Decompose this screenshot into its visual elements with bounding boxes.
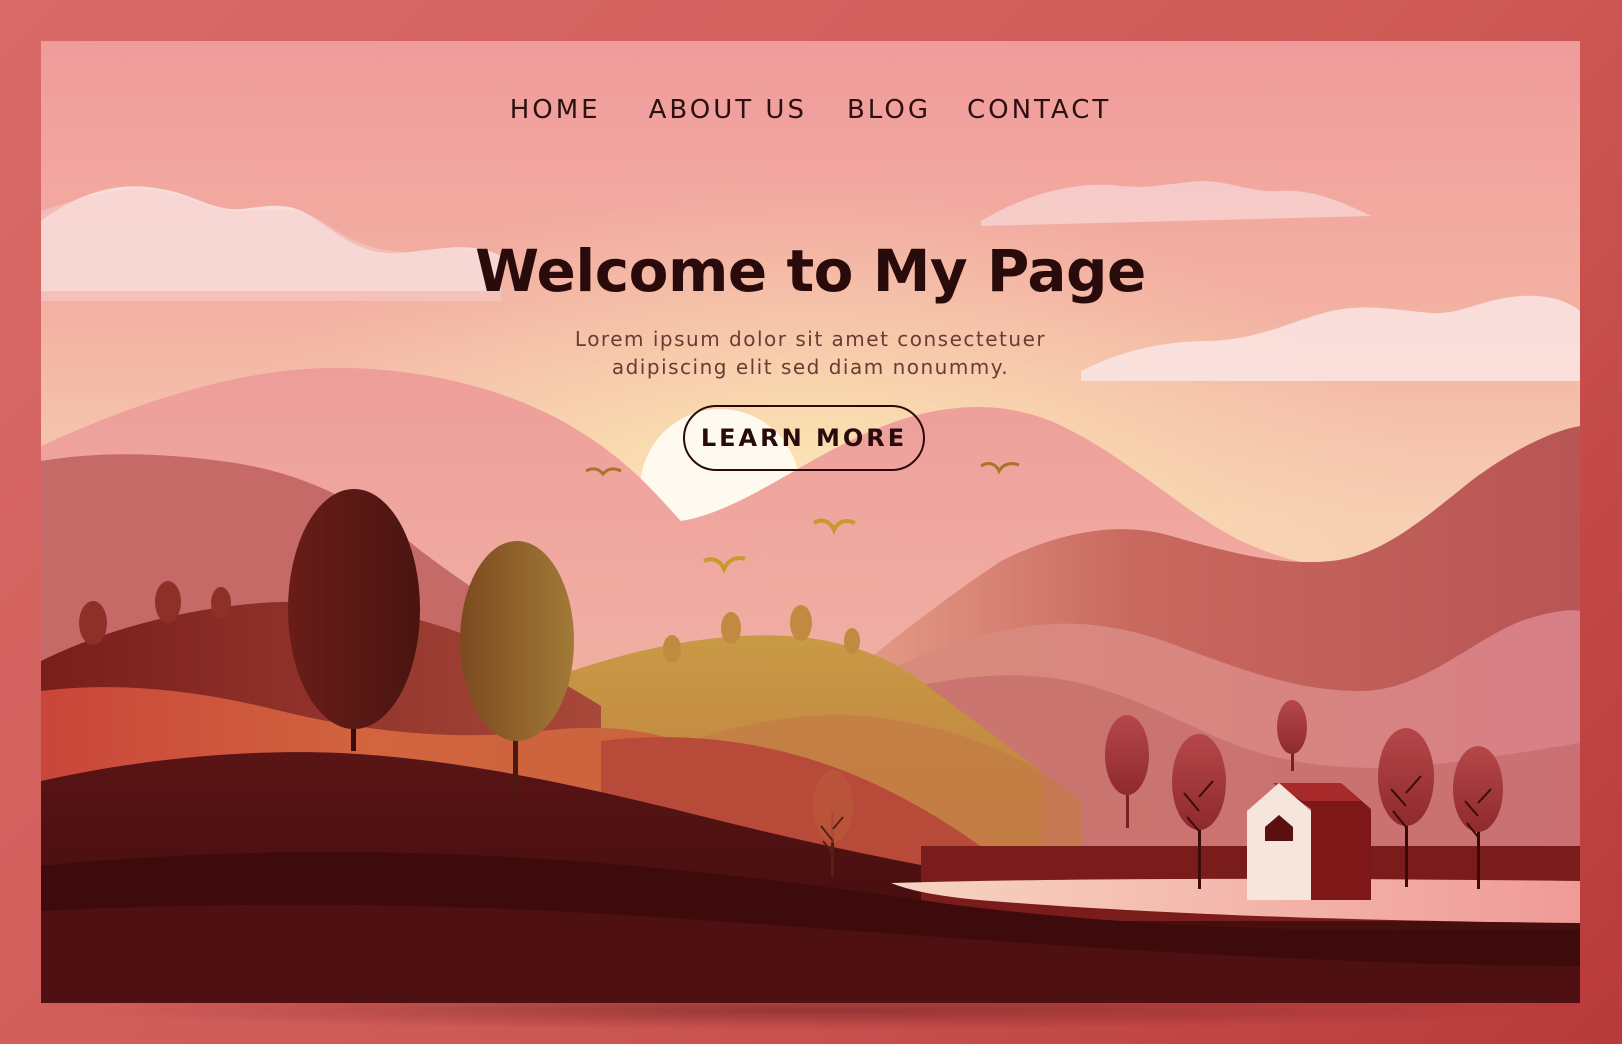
nav-about-us-link[interactable]: ABOUT US <box>649 95 807 125</box>
landscape-illustration <box>41 41 1580 1003</box>
nav-contact-link[interactable]: CONTACT <box>967 95 1111 125</box>
learn-more-button[interactable]: LEARN MORE <box>683 405 925 471</box>
main-nav: HOME ABOUT US BLOG CONTACT <box>41 95 1580 125</box>
hero-subtitle-line-1: Lorem ipsum dolor sit amet consectetuer <box>574 327 1047 351</box>
house-illustration <box>1247 783 1371 900</box>
hero-title: Welcome to My Page <box>475 237 1146 305</box>
nav-blog-link[interactable]: BLOG <box>847 95 931 125</box>
nav-home-link[interactable]: HOME <box>510 95 601 125</box>
hero-subtitle: Lorem ipsum dolor sit amet consectetuer … <box>41 325 1580 381</box>
hero-subtitle-line-2: adipiscing elit sed diam nonummy. <box>611 355 1010 379</box>
landing-page: HOME ABOUT US BLOG CONTACT Welcome to My… <box>41 41 1580 1003</box>
